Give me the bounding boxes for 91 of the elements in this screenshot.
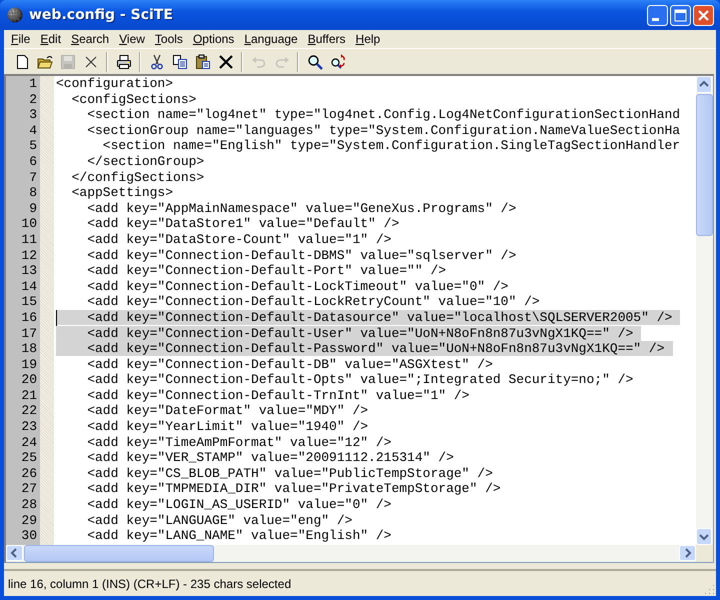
code-line: <add key="LOGIN_AS_USERID" value="0" /> — [86, 497, 392, 512]
line-number: 27 — [20, 481, 38, 498]
line-number: 21 — [20, 388, 38, 404]
scroll-right-button[interactable] — [679, 545, 696, 561]
code-line: <add key="Connection-Default-DB" value="ASGXtest" /> — [86, 356, 494, 372]
line-number: 7 — [28, 170, 38, 186]
code-line: <add key="LANG_NAME" value="English" /> — [86, 528, 392, 544]
line-number: 28 — [20, 497, 38, 513]
line-number: 15 — [20, 294, 38, 310]
status-text: line 16, column 1 (INS) (CR+LF) - 235 chars selected — [8, 576, 292, 590]
code-line: <add key="TMPMEDIA_DIR" value="PrivateTempStorage" /> — [86, 481, 502, 496]
close-icon[interactable] — [82, 54, 98, 70]
menu-item[interactable]: Language — [239, 32, 303, 46]
line-number: 16 — [20, 310, 38, 326]
line-number: 29 — [20, 512, 38, 528]
code-line: <add key="DateFormat" value="MDY" /> — [86, 403, 370, 418]
search-icon[interactable] — [306, 54, 322, 70]
code-line: <add key="LANGUAGE" value="eng" /> — [86, 512, 354, 528]
code-line: <add key="Connection-Default-LockTimeout" value="0" /> — [86, 278, 510, 294]
window-title: web.config - SciTE — [29, 7, 174, 23]
line-number: 2 — [28, 92, 38, 108]
scroll-left-button[interactable] — [6, 545, 23, 561]
clipboard-icon[interactable] — [194, 54, 210, 70]
line-number: 22 — [20, 403, 38, 420]
scissors-icon[interactable] — [148, 54, 164, 70]
code-line: <add key="TimeAmPmFormat" value="12" /> — [86, 434, 392, 450]
resize-grip-icon[interactable] — [703, 583, 715, 595]
line-number: 9 — [28, 200, 38, 216]
line-number: 20 — [20, 372, 38, 388]
line-number: 30 — [20, 528, 38, 544]
code-line: <add key="Connection-Default-TrnInt" value="1" /> — [86, 388, 470, 403]
code-line: <add key="AppMainNamespace" value="GeneXus.Programs" /> — [86, 200, 518, 216]
line-number: 13 — [20, 263, 38, 279]
menu-item[interactable]: Options — [188, 32, 240, 46]
code-line: <section name="English" type="System.Configuration.SingleTagSectionHandler — [102, 138, 682, 154]
code-line: <add key="YearLimit" value="1940" /> — [86, 419, 370, 434]
scrollbar-corner — [696, 545, 713, 562]
maximize-button[interactable] — [670, 4, 691, 26]
code-line: <appSettings> — [70, 185, 174, 200]
line-number: 5 — [28, 138, 38, 154]
line-number: 1 — [28, 76, 38, 92]
menu-item[interactable]: Buffers — [302, 32, 351, 46]
line-number: 26 — [20, 466, 38, 482]
code-line: <add key="DataStore-Count" value="1" /> — [86, 232, 392, 247]
close-button[interactable] — [693, 4, 714, 26]
app-globe-icon — [7, 7, 23, 23]
copy-icon[interactable] — [172, 54, 188, 70]
vertical-scrollbar[interactable] — [696, 76, 713, 545]
code-line: <section name="log4net" type="log4net.Config.Log4NetConfigurationSectionHand — [86, 107, 682, 122]
code-line: <add key="Connection-Default-Port" value="" /> — [86, 263, 448, 278]
code-line: <configSections> — [70, 92, 198, 107]
scroll-down-button[interactable] — [696, 528, 712, 545]
line-number: 4 — [28, 122, 38, 138]
line-number: 10 — [20, 216, 38, 232]
scroll-thumb[interactable] — [696, 94, 713, 236]
menu-item[interactable]: Search — [66, 32, 114, 46]
code-line: <add key="Connection-Default-LockRetryCount" value="10" /> — [86, 294, 541, 310]
code-line: <sectionGroup name="languages" type="System.Configuration.NameValueSectionHa — [86, 122, 682, 138]
menu-item[interactable]: View — [114, 32, 150, 46]
scroll-thumb[interactable] — [24, 545, 214, 562]
folder-icon[interactable] — [36, 54, 52, 70]
line-number: 6 — [28, 154, 38, 170]
code-line: </sectionGroup> — [86, 154, 206, 169]
line-number: 19 — [20, 356, 38, 372]
code-line: <add key="CS_BLOB_PATH" value="PublicTempStorage" /> — [86, 466, 494, 481]
menu-item[interactable]: Edit — [35, 32, 66, 46]
menu-item[interactable]: File — [6, 32, 36, 46]
horizontal-scrollbar[interactable] — [6, 545, 713, 562]
code-line: </configSections> — [70, 170, 206, 185]
line-number: 25 — [20, 450, 38, 466]
minimize-button[interactable] — [647, 4, 668, 26]
find-replace-icon[interactable] — [330, 54, 346, 70]
code-line: <add key="Connection-Default-Opts" value=";Integrated Security=no;" /> — [86, 372, 634, 388]
scroll-up-button[interactable] — [696, 76, 712, 93]
delete-x-icon[interactable] — [218, 54, 234, 70]
code-line: <configuration> — [56, 76, 174, 91]
line-number: 23 — [20, 419, 38, 435]
line-number: 3 — [28, 107, 38, 123]
printer-icon[interactable] — [116, 54, 132, 70]
code-line: <add key="DataStore1" value="Default" /> — [86, 216, 400, 232]
menu-item[interactable]: Help — [350, 32, 386, 46]
line-number: 12 — [20, 248, 38, 264]
line-number: 11 — [20, 232, 38, 248]
code-line: <add key="VER_STAMP" value="20091112.215314" /> — [86, 450, 455, 466]
code-line: <add key="Connection-Default-DBMS" value="sqlserver" /> — [86, 248, 518, 263]
line-number: 18 — [20, 341, 38, 357]
menu-item[interactable]: Tools — [150, 32, 188, 46]
line-number: 24 — [20, 434, 38, 450]
line-number: 17 — [20, 326, 38, 342]
line-number: 14 — [20, 278, 38, 294]
line-number: 8 — [28, 185, 38, 201]
